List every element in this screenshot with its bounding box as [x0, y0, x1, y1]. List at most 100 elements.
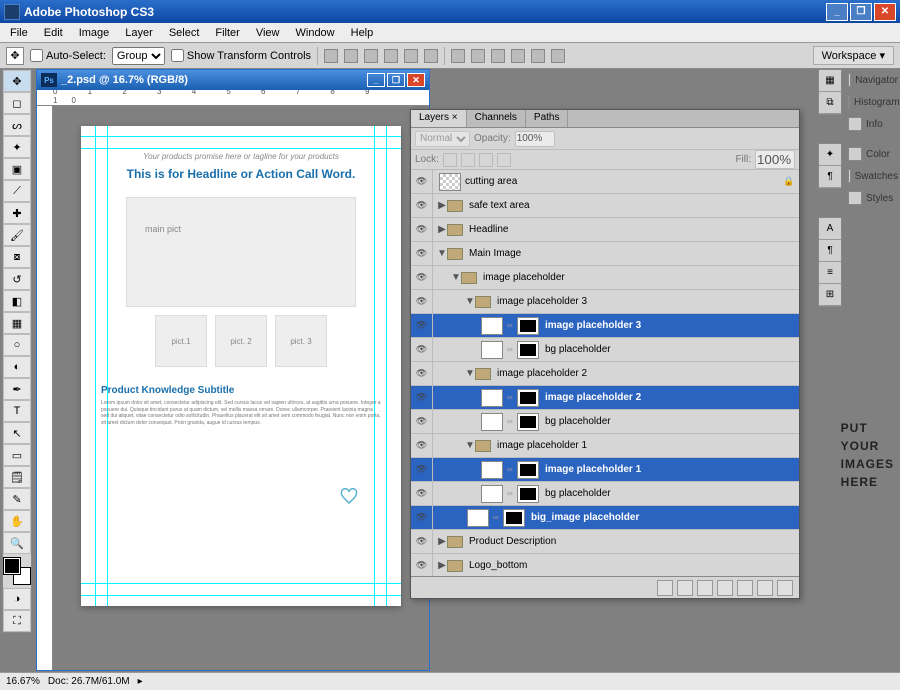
visibility-toggle[interactable] — [411, 362, 433, 385]
doc-close-button[interactable]: ✕ — [407, 73, 425, 87]
layer-mask-icon[interactable] — [697, 580, 713, 596]
align-icon[interactable] — [344, 49, 358, 63]
tab-channels[interactable]: Channels — [467, 110, 526, 127]
layer-name[interactable]: image placeholder 2 — [495, 368, 799, 379]
path-select-tool[interactable]: ↖ — [3, 422, 31, 444]
layer-thumb[interactable] — [481, 389, 503, 407]
layer-name[interactable]: image placeholder 1 — [495, 440, 799, 451]
layer-row[interactable]: ▶ safe text area — [411, 194, 799, 218]
layer-row[interactable]: ∞image placeholder 3 — [411, 314, 799, 338]
layer-mask-thumb[interactable] — [517, 389, 539, 407]
window-maximize-button[interactable]: ❐ — [850, 3, 872, 21]
doc-info[interactable]: Doc: 26.7M/61.0M — [48, 676, 130, 687]
layer-mask-thumb[interactable] — [517, 413, 539, 431]
type-tool[interactable]: T — [3, 400, 31, 422]
dock-panel-swatches[interactable]: Swatches — [844, 165, 898, 187]
canvas[interactable]: Your products promise here or tagline fo… — [53, 106, 429, 670]
menu-select[interactable]: Select — [161, 25, 208, 41]
visibility-toggle[interactable] — [411, 242, 433, 265]
crop-tool[interactable]: ▣ — [3, 158, 31, 180]
layer-name[interactable]: safe text area — [467, 200, 799, 211]
align-icon[interactable] — [384, 49, 398, 63]
visibility-toggle[interactable] — [411, 482, 433, 505]
distribute-icon[interactable] — [531, 49, 545, 63]
new-layer-icon[interactable] — [757, 580, 773, 596]
doc-minimize-button[interactable]: _ — [367, 73, 385, 87]
layer-row[interactable]: ▶ Headline — [411, 218, 799, 242]
lock-position-icon[interactable] — [479, 153, 493, 167]
layer-row[interactable]: ▶Logo_bottom — [411, 554, 799, 576]
lasso-tool[interactable]: ᔕ — [3, 114, 31, 136]
dock-panel-color[interactable]: Color — [844, 143, 898, 165]
disclosure-arrow[interactable]: ▶ — [437, 224, 447, 235]
visibility-toggle[interactable] — [411, 554, 433, 576]
new-group-icon[interactable] — [737, 580, 753, 596]
fill-input[interactable] — [755, 150, 795, 169]
menu-help[interactable]: Help — [343, 25, 382, 41]
disclosure-arrow[interactable]: ▶ — [437, 200, 447, 211]
visibility-toggle[interactable] — [411, 458, 433, 481]
menu-filter[interactable]: Filter — [207, 25, 247, 41]
menu-image[interactable]: Image — [71, 25, 118, 41]
zoom-tool[interactable]: 🔍 — [3, 532, 31, 554]
dock-panel-info[interactable]: Info — [844, 113, 898, 135]
menu-edit[interactable]: Edit — [36, 25, 71, 41]
layer-row[interactable]: ▼image placeholder 3 — [411, 290, 799, 314]
wand-tool[interactable]: ✦ — [3, 136, 31, 158]
distribute-icon[interactable] — [451, 49, 465, 63]
doc-maximize-button[interactable]: ❐ — [387, 73, 405, 87]
align-icon[interactable] — [424, 49, 438, 63]
slice-tool[interactable]: ⟋ — [3, 180, 31, 202]
dock-panel-histogram[interactable]: Histogram — [844, 91, 898, 113]
blur-tool[interactable]: ○ — [3, 334, 31, 356]
visibility-toggle[interactable] — [411, 386, 433, 409]
dock-icon[interactable]: ¶ — [819, 240, 841, 262]
layer-name[interactable]: Headline — [467, 224, 799, 235]
lock-image-icon[interactable] — [461, 153, 475, 167]
disclosure-arrow[interactable]: ▼ — [437, 248, 447, 259]
layer-mask-thumb[interactable] — [517, 341, 539, 359]
zoom-display[interactable]: 16.67% — [6, 676, 40, 687]
layer-mask-thumb[interactable] — [503, 509, 525, 527]
tab-paths[interactable]: Paths — [526, 110, 569, 127]
visibility-toggle[interactable] — [411, 314, 433, 337]
layer-thumb[interactable] — [481, 485, 503, 503]
visibility-toggle[interactable] — [411, 170, 433, 193]
tab-layers[interactable]: Layers × — [411, 110, 467, 127]
layer-thumb[interactable] — [481, 317, 503, 335]
distribute-icon[interactable] — [511, 49, 525, 63]
eyedropper-tool[interactable]: ✎ — [3, 488, 31, 510]
adjustment-layer-icon[interactable] — [717, 580, 733, 596]
dock-icon[interactable]: ▦ — [819, 70, 841, 92]
layer-mask-thumb[interactable] — [517, 485, 539, 503]
stamp-tool[interactable]: ⧇ — [3, 246, 31, 268]
quickmask-toggle[interactable]: ◑ — [3, 588, 31, 610]
disclosure-arrow[interactable]: ▶ — [437, 536, 447, 547]
layer-row[interactable]: ∞bg placeholder — [411, 482, 799, 506]
layer-row[interactable]: ▼image placeholder 1 — [411, 434, 799, 458]
layer-row[interactable]: ∞image placeholder 2 — [411, 386, 799, 410]
lock-transparency-icon[interactable] — [443, 153, 457, 167]
distribute-icon[interactable] — [491, 49, 505, 63]
link-layers-icon[interactable] — [657, 580, 673, 596]
dock-icon[interactable]: ⧉ — [819, 92, 841, 114]
lock-all-icon[interactable] — [497, 153, 511, 167]
layer-name[interactable]: image placeholder 3 — [543, 320, 799, 331]
layers-panel[interactable]: Layers ×ChannelsPaths Normal Opacity: Lo… — [410, 109, 800, 599]
notes-tool[interactable]: 🗒 — [3, 466, 31, 488]
visibility-toggle[interactable] — [411, 506, 433, 529]
shape-tool[interactable]: ▭ — [3, 444, 31, 466]
dock-icon[interactable]: ¶ — [819, 166, 841, 188]
distribute-icon[interactable] — [471, 49, 485, 63]
layer-name[interactable]: bg placeholder — [543, 488, 799, 499]
layer-row[interactable]: ▼image placeholder — [411, 266, 799, 290]
visibility-toggle[interactable] — [411, 290, 433, 313]
ruler-horizontal[interactable]: 0 1 2 3 4 5 6 7 8 9 10 — [37, 90, 429, 106]
layer-thumb[interactable] — [481, 461, 503, 479]
dock-icon[interactable]: ≡ — [819, 262, 841, 284]
ruler-vertical[interactable] — [37, 106, 53, 670]
document-title-bar[interactable]: Ps _2.psd @ 16.7% (RGB/8) _ ❐ ✕ — [37, 70, 429, 90]
menu-file[interactable]: File — [2, 25, 36, 41]
layer-mask-thumb[interactable] — [517, 317, 539, 335]
layer-name[interactable]: big_image placeholder — [529, 512, 799, 523]
